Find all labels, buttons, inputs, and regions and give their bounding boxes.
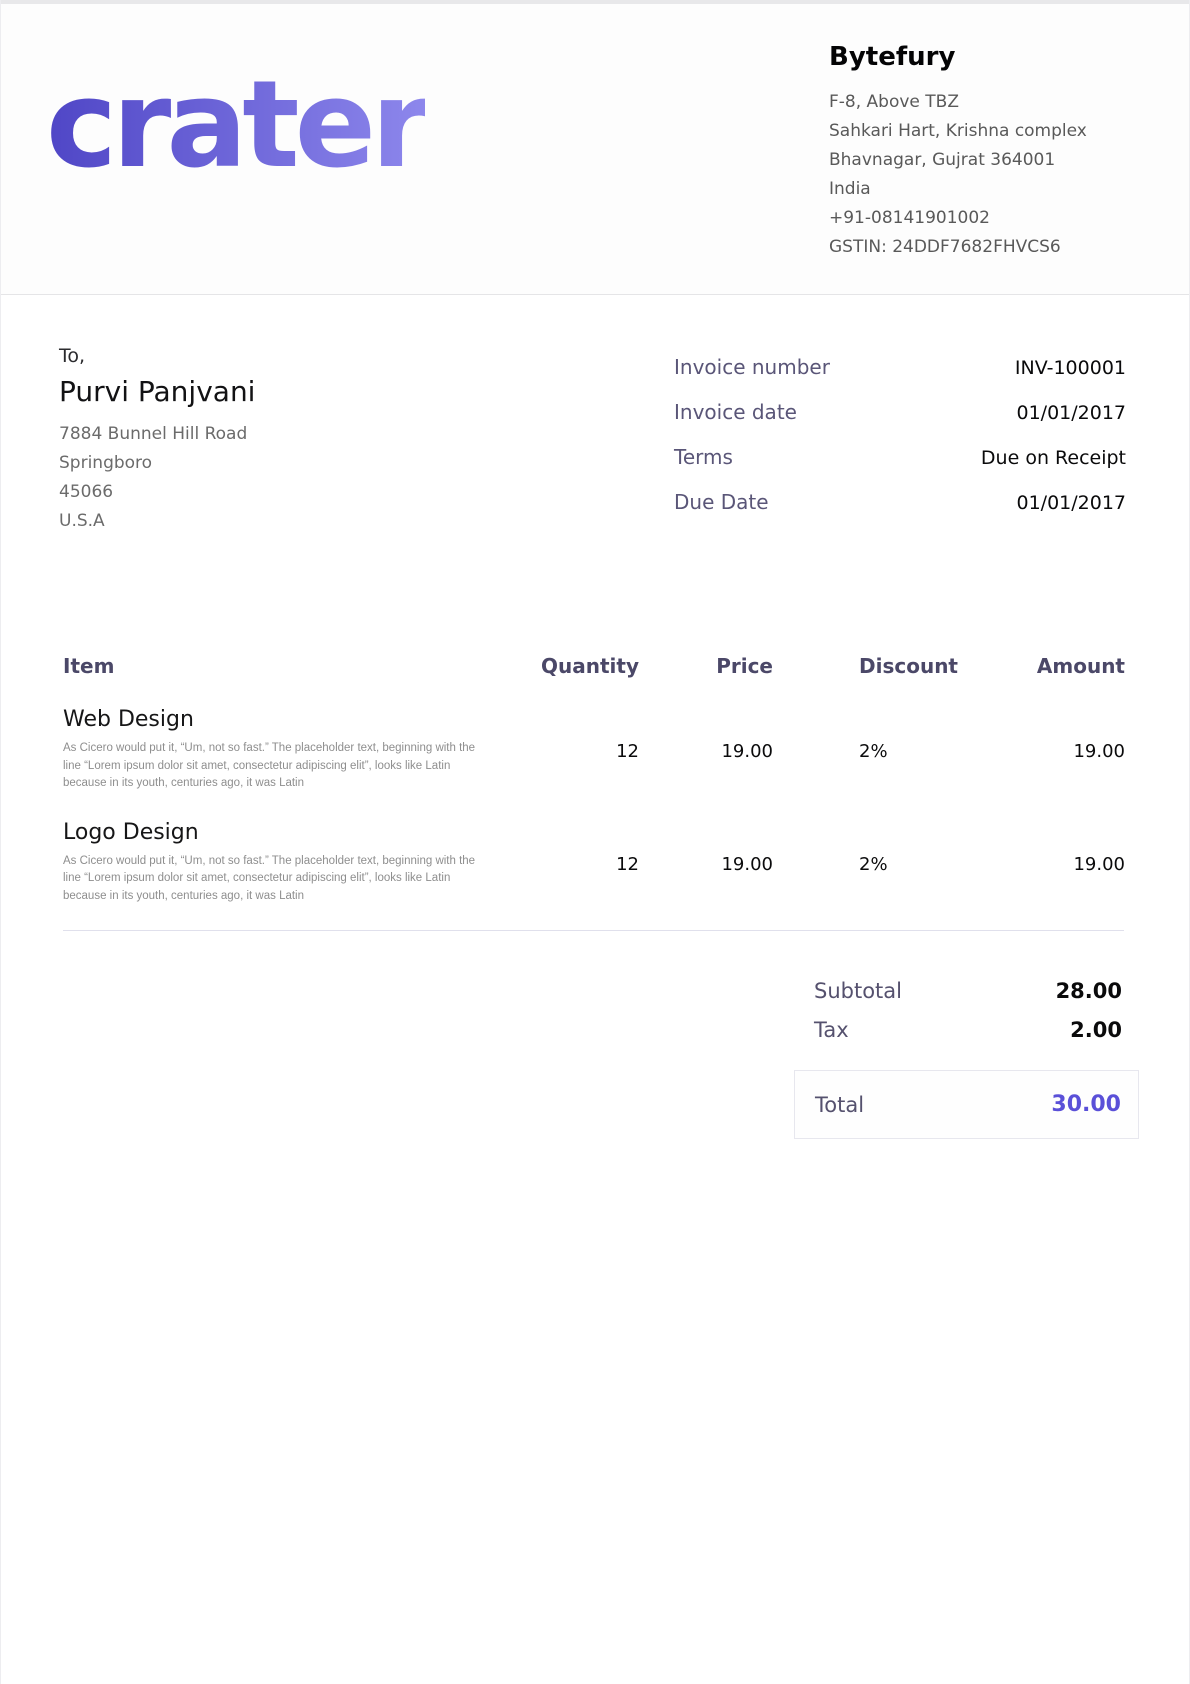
invoice-meta-label: Due Date [674,490,769,514]
invoice-meta-row: Invoice number INV-100001 [674,355,1126,379]
summary-block: Subtotal 28.00 Tax 2.00 Total 30.00 [794,979,1139,1139]
tax-label: Tax [814,1018,849,1042]
item-description: As Cicero would put it, “Um, not so fast… [63,740,488,793]
total-label: Total [815,1093,864,1117]
table-row: Web Design As Cicero would put it, “Um, … [63,705,1125,793]
company-address-line: F-8, Above TBZ [829,88,1129,117]
items-table-header: Item Quantity Price Discount Amount [63,654,1125,679]
company-address-line: GSTIN: 24DDF7682FHVCS6 [829,233,1129,262]
customer-address-line: 7884 Bunnel Hill Road [59,420,255,449]
item-discount: 2% [773,818,963,906]
invoice-meta-row: Terms Due on Receipt [674,445,1126,469]
item-price: 19.00 [639,705,773,793]
item-discount: 2% [773,705,963,793]
tax-row: Tax 2.00 [794,1018,1139,1042]
invoice-meta-value: 01/01/2017 [1016,402,1126,424]
invoice-meta-value: INV-100001 [1015,357,1126,379]
header-discount: Discount [773,654,963,679]
header-price: Price [639,654,773,679]
invoice-page: crater Bytefury F-8, Above TBZSahkari Ha… [0,0,1190,1684]
invoice-meta-row: Due Date 01/01/2017 [674,490,1126,514]
customer-address: 7884 Bunnel Hill RoadSpringboro45066U.S.… [59,420,255,536]
customer-name: Purvi Panjvani [59,375,255,408]
item-description: As Cicero would put it, “Um, not so fast… [63,853,488,906]
customer-address-line: 45066 [59,478,255,507]
subtotal-row: Subtotal 28.00 [794,979,1139,1003]
company-address-line: +91-08141901002 [829,204,1129,233]
invoice-meta-row: Invoice date 01/01/2017 [674,400,1126,424]
invoice-meta-label: Invoice date [674,400,797,424]
tax-value: 2.00 [1070,1018,1122,1042]
company-block: Bytefury F-8, Above TBZSahkari Hart, Kri… [829,42,1129,294]
item-title: Logo Design [63,818,527,848]
total-value: 30.00 [1051,1092,1121,1117]
item-price: 19.00 [639,818,773,906]
items-table: Item Quantity Price Discount Amount Web … [63,654,1125,905]
company-address-line: India [829,175,1129,204]
item-title: Web Design [63,705,527,735]
customer-address-line: U.S.A [59,507,255,536]
header-quantity: Quantity [527,654,639,679]
items-table-body: Web Design As Cicero would put it, “Um, … [63,705,1125,905]
company-address-line: Sahkari Hart, Krishna complex [829,117,1129,146]
bill-to-block: To, Purvi Panjvani 7884 Bunnel Hill Road… [59,345,255,536]
item-amount: 19.00 [963,705,1125,793]
crater-logo: crater [46,66,425,294]
summary-divider [63,930,1124,931]
invoice-meta-label: Invoice number [674,355,830,379]
item-quantity: 12 [527,818,639,906]
subtotal-value: 28.00 [1056,979,1122,1003]
company-name: Bytefury [829,42,1129,72]
bill-to-label: To, [59,345,255,367]
header-item: Item [63,654,527,679]
invoice-meta-label: Terms [674,445,733,469]
total-box: Total 30.00 [794,1070,1139,1139]
company-address: F-8, Above TBZSahkari Hart, Krishna comp… [829,88,1129,262]
invoice-meta-block: Invoice number INV-100001 Invoice date 0… [674,355,1126,536]
header-amount: Amount [963,654,1125,679]
item-amount: 19.00 [963,818,1125,906]
customer-address-line: Springboro [59,449,255,478]
invoice-meta-value: 01/01/2017 [1016,492,1126,514]
item-cell: Web Design As Cicero would put it, “Um, … [63,705,527,793]
subtotal-label: Subtotal [814,979,902,1003]
item-quantity: 12 [527,705,639,793]
item-cell: Logo Design As Cicero would put it, “Um,… [63,818,527,906]
company-address-line: Bhavnagar, Gujrat 364001 [829,146,1129,175]
invoice-header: crater Bytefury F-8, Above TBZSahkari Ha… [1,4,1189,295]
table-row: Logo Design As Cicero would put it, “Um,… [63,818,1125,906]
parties-section: To, Purvi Panjvani 7884 Bunnel Hill Road… [1,295,1189,536]
invoice-meta-value: Due on Receipt [981,447,1126,469]
